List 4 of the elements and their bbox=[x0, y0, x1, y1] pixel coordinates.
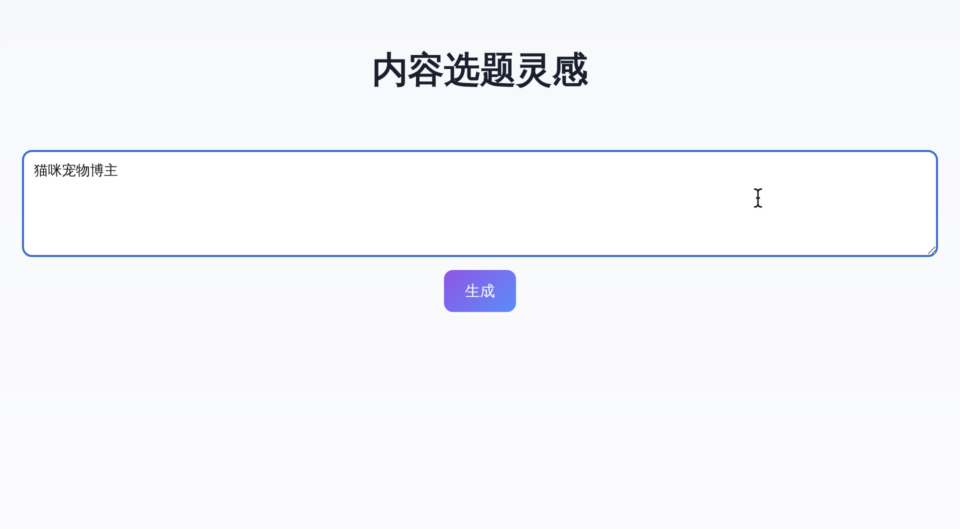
text-cursor-icon bbox=[753, 188, 763, 208]
generate-button[interactable]: 生成 bbox=[444, 270, 516, 312]
input-field[interactable]: 猫咪宠物博主 bbox=[22, 150, 938, 257]
page-title: 内容选题灵感 bbox=[371, 49, 589, 93]
